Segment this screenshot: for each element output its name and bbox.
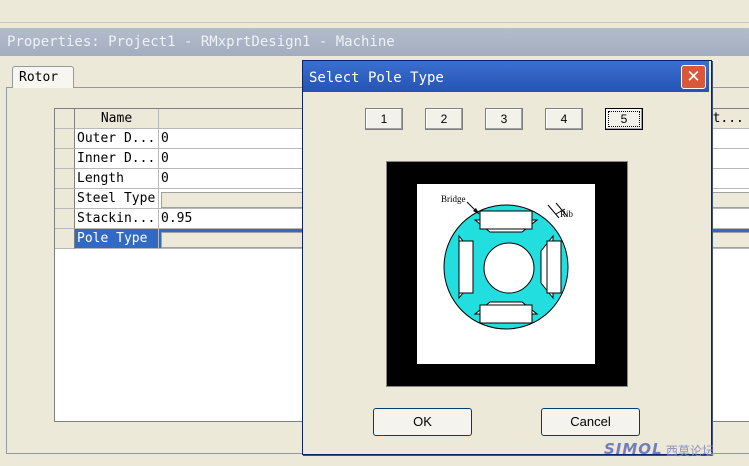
pole-type-button-3[interactable]: 3: [485, 108, 523, 130]
pole-type-button-2[interactable]: 2: [425, 108, 463, 130]
main-window-titlebar: Properties: Project1 - RMxprtDesign1 - M…: [0, 28, 749, 56]
row-header[interactable]: [55, 129, 75, 149]
pole-type-button-1[interactable]: 1: [365, 108, 403, 130]
rotor-cross-section: Bridge Rib: [441, 194, 574, 330]
cancel-button[interactable]: Cancel: [541, 408, 640, 436]
top-strip: [0, 0, 749, 23]
pole-type-preview: Bridge Rib: [386, 161, 628, 387]
row-header[interactable]: [55, 229, 75, 249]
tab-rotor[interactable]: Rotor: [12, 66, 74, 88]
pole-type-button-4[interactable]: 4: [545, 108, 583, 130]
property-name[interactable]: Length: [75, 169, 159, 189]
select-pole-type-dialog: Select Pole Type ✕ 1 2 3 4 5 Bridge Rib …: [302, 60, 712, 455]
property-name[interactable]: Inner D...: [75, 149, 159, 169]
row-header[interactable]: [55, 149, 75, 169]
row-header[interactable]: [55, 189, 75, 209]
watermark-cjk: 西莫论坛: [666, 444, 715, 458]
dialog-title: Select Pole Type: [303, 61, 709, 92]
property-name-selected[interactable]: Pole Type: [75, 229, 159, 249]
bridge-label: Bridge: [441, 194, 466, 204]
rib-label: Rib: [560, 209, 574, 219]
pole-diagram: Bridge Rib: [417, 184, 595, 364]
property-name[interactable]: Steel Type: [75, 189, 159, 209]
grid-corner: [55, 109, 75, 129]
row-header[interactable]: [55, 169, 75, 189]
watermark-brand: SIMOL: [604, 440, 663, 458]
ok-button[interactable]: OK: [373, 408, 472, 436]
property-name[interactable]: Outer D...: [75, 129, 159, 149]
pole-type-button-5[interactable]: 5: [605, 108, 643, 130]
close-icon[interactable]: ✕: [681, 65, 706, 89]
row-header[interactable]: [55, 209, 75, 229]
property-name[interactable]: Stackin...: [75, 209, 159, 229]
column-header-name[interactable]: Name: [75, 109, 159, 129]
